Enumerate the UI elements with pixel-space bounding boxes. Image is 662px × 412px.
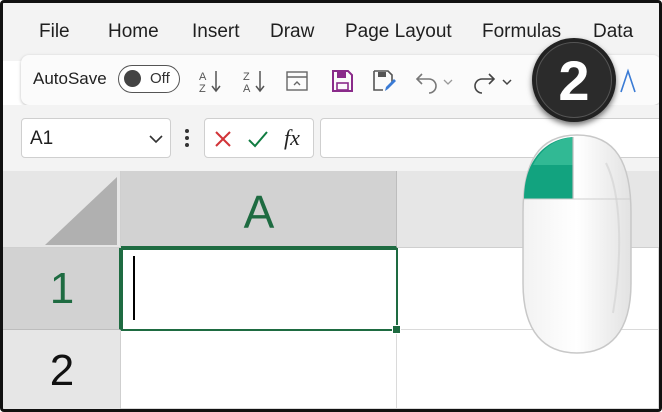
cancel-icon[interactable] [213,129,233,149]
redo-dropdown-icon[interactable] [500,68,514,94]
undo-dropdown-icon[interactable] [441,68,455,94]
fill-handle[interactable] [392,325,401,334]
menu-file[interactable]: File [39,21,70,43]
cell-a2[interactable] [121,330,397,409]
text-cursor [133,256,135,320]
active-cell-a1[interactable] [121,248,401,334]
row-header-label: 1 [49,264,75,313]
autosave-label: AutoSave [33,69,107,88]
svg-text:Z: Z [243,71,250,83]
column-header-a[interactable]: A [121,171,397,248]
row-header-2[interactable]: 2 [3,330,121,409]
menu-home[interactable]: Home [108,21,159,43]
toggle-state: Off [150,70,170,87]
mouse-left-click-icon [522,134,632,354]
row-header-1[interactable]: 1 [3,248,121,330]
form-icon[interactable] [284,68,310,94]
menu-insert[interactable]: Insert [192,21,240,43]
autosave-toggle[interactable]: Off [118,65,180,93]
vertical-ellipsis-icon[interactable] [183,127,191,149]
name-box-value: A1 [30,128,54,149]
svg-text:Z: Z [199,83,206,94]
insert-function-button[interactable]: fx [284,125,300,151]
toggle-knob [124,70,141,87]
sort-ascending-icon[interactable]: A Z [197,68,223,94]
menu-page-layout[interactable]: Page Layout [345,21,452,43]
svg-text:A: A [243,83,251,94]
select-all-corner[interactable] [3,171,121,248]
column-header-label: A [243,186,275,238]
app-frame: File Home Insert Draw Page Layout Formul… [0,0,662,412]
menu-formulas[interactable]: Formulas [482,21,561,43]
menu-data[interactable]: Data [593,21,633,43]
svg-text:A: A [199,71,207,83]
save-as-icon[interactable] [371,68,397,94]
save-icon[interactable] [329,68,355,94]
row-header-label: 2 [49,346,75,395]
chevron-down-icon[interactable] [148,131,164,147]
step-number: 2 [558,49,590,112]
menu-draw[interactable]: Draw [270,21,314,43]
font-color-icon[interactable] [615,68,641,94]
undo-icon[interactable] [414,68,440,94]
step-badge: 2 [532,38,616,122]
sort-descending-icon[interactable]: Z A [241,68,267,94]
formula-buttons: fx [204,118,314,158]
name-box[interactable]: A1 [21,118,171,158]
confirm-check-icon[interactable] [247,129,269,149]
select-all-triangle-icon [45,177,117,245]
redo-icon[interactable] [471,68,497,94]
